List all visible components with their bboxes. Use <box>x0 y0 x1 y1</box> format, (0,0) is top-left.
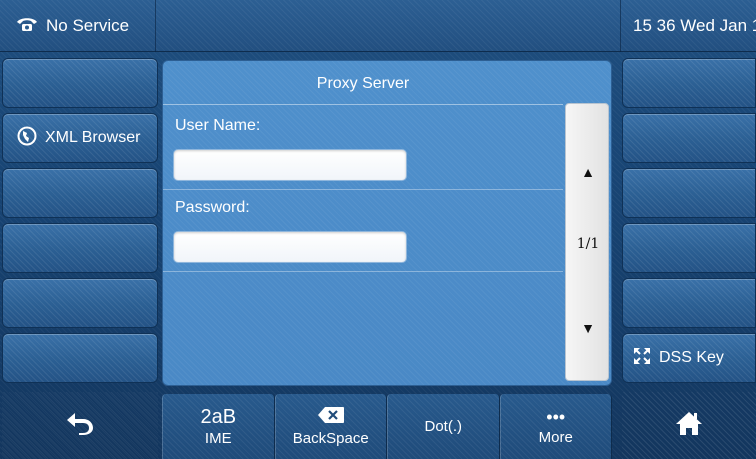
softkey-bar: 2aB IME BackSpace Dot(.) ••• More <box>0 392 756 459</box>
scroll-up-icon[interactable]: ▲ <box>566 164 610 180</box>
home-button[interactable] <box>622 392 756 459</box>
page-indicator: 1/1 <box>576 236 600 252</box>
datetime: 15 36 Wed Jan 14 <box>620 0 756 52</box>
line-key-1[interactable] <box>2 58 158 108</box>
ime-label: IME <box>204 429 232 447</box>
ime-mode: 2aB <box>200 405 237 428</box>
xml-browser-label: XML Browser <box>45 129 141 146</box>
proxy-server-panel: Proxy Server User Name: Password: ▲ 1/1 … <box>162 60 612 386</box>
left-line-keys: XML Browser <box>2 58 158 388</box>
status-bar: No Service 15 36 Wed Jan 14 <box>0 0 756 52</box>
divider <box>163 189 563 190</box>
scroll-down-icon[interactable]: ▼ <box>566 320 610 336</box>
line-key-6[interactable] <box>2 333 158 383</box>
line-key-3[interactable] <box>2 168 158 218</box>
page-title: Proxy Server <box>163 61 563 105</box>
line-key-7[interactable] <box>622 58 756 108</box>
dss-key-button[interactable]: DSS Key <box>622 333 756 383</box>
more-softkey[interactable]: ••• More <box>499 394 612 459</box>
backspace-label: BackSpace <box>292 430 369 447</box>
password-input[interactable] <box>173 231 407 263</box>
line-key-8[interactable] <box>622 113 756 163</box>
more-label: More <box>538 428 573 446</box>
service-status: No Service <box>0 0 156 52</box>
line-key-5[interactable] <box>2 278 158 328</box>
xml-browser-key[interactable]: XML Browser <box>2 113 158 163</box>
line-key-10[interactable] <box>622 223 756 273</box>
scrollbar[interactable]: ▲ 1/1 ▼ <box>565 103 609 381</box>
right-line-keys: DSS Key <box>622 58 756 388</box>
globe-icon <box>17 126 37 151</box>
service-text: No Service <box>46 16 130 35</box>
softkeys: 2aB IME BackSpace Dot(.) ••• More <box>162 394 612 459</box>
line-key-9[interactable] <box>622 168 756 218</box>
line-key-11[interactable] <box>622 278 756 328</box>
backspace-icon <box>317 406 345 429</box>
password-label: Password: <box>175 199 250 216</box>
back-button[interactable] <box>2 392 158 459</box>
expand-icon <box>633 347 651 370</box>
username-label: User Name: <box>175 117 261 134</box>
divider <box>163 271 563 272</box>
dot-softkey[interactable]: Dot(.) <box>387 394 500 459</box>
username-input[interactable] <box>173 149 407 181</box>
dot-label: Dot(.) <box>424 417 463 435</box>
home-icon <box>674 410 704 441</box>
phone-icon <box>16 16 38 37</box>
line-key-4[interactable] <box>2 223 158 273</box>
dss-key-label: DSS Key <box>659 349 724 366</box>
backspace-softkey[interactable]: BackSpace <box>274 394 387 459</box>
more-icon: ••• <box>546 406 566 427</box>
ime-softkey[interactable]: 2aB IME <box>162 394 275 459</box>
back-arrow-icon <box>65 411 95 440</box>
